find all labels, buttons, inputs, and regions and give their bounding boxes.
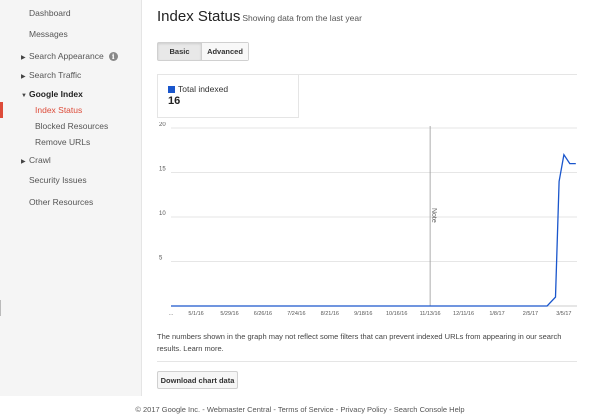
footer-link-search-console-help[interactable]: Search Console Help: [394, 405, 465, 414]
sidebar-item-search-appearance[interactable]: ▶ Search Appearance i: [0, 51, 118, 61]
sidebar-item-label: Crawl: [29, 155, 51, 165]
x-tick-label: ...: [169, 311, 174, 317]
sidebar-item-label: Blocked Resources: [35, 121, 109, 131]
sidebar-item-label: Messages: [29, 29, 68, 39]
sidebar-item-google-index[interactable]: ▼ Google Index: [0, 89, 83, 99]
y-tick-label: 15: [159, 167, 166, 173]
y-tick-label: 20: [159, 122, 166, 128]
x-tick-label: 12/11/16: [453, 311, 474, 317]
series-line-total-indexed: [171, 152, 576, 307]
sidebar-item-messages[interactable]: Messages: [0, 29, 68, 39]
x-tick-label: 7/24/16: [287, 311, 305, 317]
footer-copyright: © 2017 Google Inc.: [135, 405, 201, 414]
caret-down-icon: ▼: [21, 93, 27, 99]
footer: © 2017 Google Inc. - Webmaster Central -…: [0, 405, 600, 414]
caret-right-icon: ▶: [21, 74, 26, 80]
footer-link-terms-of-service[interactable]: Terms of Service: [278, 405, 334, 414]
sidebar-item-label: Index Status: [35, 105, 83, 115]
page-header: Index Status Showing data from the last y…: [157, 8, 362, 25]
view-toggle: Basic Advanced: [157, 42, 249, 61]
note-label: Note: [430, 208, 437, 223]
sidebar-nav: Dashboard Messages ▶ Search Appearance i ▶…: [0, 0, 142, 396]
learn-more-link[interactable]: Learn more.: [183, 344, 223, 353]
x-tick-label: 11/13/16: [420, 311, 441, 317]
x-tick-label: 6/26/16: [254, 311, 272, 317]
x-tick-label: 9/18/16: [354, 311, 372, 317]
page-title: Index Status: [157, 8, 241, 25]
x-tick-label: 10/16/16: [386, 311, 407, 317]
basic-view-button[interactable]: Basic: [158, 43, 202, 60]
index-status-chart: 5 10 15 20... 5/1/16 5/29/16 6/26/16 7/24/16 8/2…: [159, 122, 577, 317]
x-tick-label: 5/1/16: [188, 311, 203, 317]
x-tick-label: 1/8/17: [489, 311, 504, 317]
sidebar-item-label: Dashboard: [29, 8, 71, 18]
footer-link-webmaster-central[interactable]: Webmaster Central: [207, 405, 271, 414]
sidebar-item-label: Remove URLs: [35, 137, 91, 147]
x-tick-label: 3/5/17: [556, 311, 571, 317]
x-tick-label: 5/29/16: [220, 311, 238, 317]
legend-swatch: [168, 86, 175, 93]
sidebar-item-label: Search Traffic: [29, 70, 82, 80]
info-icon[interactable]: i: [108, 52, 118, 61]
total-indexed-card: Total indexed 16: [157, 74, 299, 118]
edge-mark: [0, 300, 1, 316]
sidebar-item-search-traffic[interactable]: ▶ Search Traffic: [0, 70, 81, 80]
sidebar-item-blocked-resources[interactable]: Blocked Resources: [0, 121, 108, 131]
legend-label: Total indexed: [178, 84, 229, 94]
x-tick-label: 2/5/17: [523, 311, 538, 317]
page-subtitle: Showing data from the last year: [242, 13, 362, 23]
sidebar-item-label: Google Index: [29, 89, 83, 99]
y-tick-label: 5: [159, 256, 163, 262]
sidebar-item-remove-urls[interactable]: Remove URLs: [0, 137, 90, 147]
sidebar-item-dashboard[interactable]: Dashboard: [0, 8, 71, 18]
sidebar-item-security-issues[interactable]: Security Issues: [0, 175, 87, 185]
footer-link-privacy-policy[interactable]: Privacy Policy: [340, 405, 387, 414]
sidebar-item-index-status[interactable]: Index Status: [0, 105, 82, 115]
download-chart-data-button[interactable]: Download chart data: [157, 371, 238, 389]
divider: [157, 361, 577, 362]
sidebar-item-label: Other Resources: [29, 197, 94, 207]
total-indexed-value: 16: [168, 95, 181, 107]
x-tick-label: 8/21/16: [321, 311, 339, 317]
caret-right-icon: ▶: [21, 55, 26, 61]
sidebar-item-other-resources[interactable]: Other Resources: [0, 197, 93, 207]
chart-disclaimer: The numbers shown in the graph may not r…: [157, 331, 577, 355]
sidebar-item-crawl[interactable]: ▶ Crawl: [0, 155, 51, 165]
sidebar-item-label: Search Appearance: [29, 51, 104, 61]
footer-separator: -: [200, 405, 207, 414]
sidebar-item-label: Security Issues: [29, 175, 87, 185]
advanced-view-button[interactable]: Advanced: [202, 43, 248, 60]
y-tick-label: 10: [159, 211, 166, 217]
footer-separator: -: [387, 405, 394, 414]
caret-right-icon: ▶: [21, 159, 26, 165]
